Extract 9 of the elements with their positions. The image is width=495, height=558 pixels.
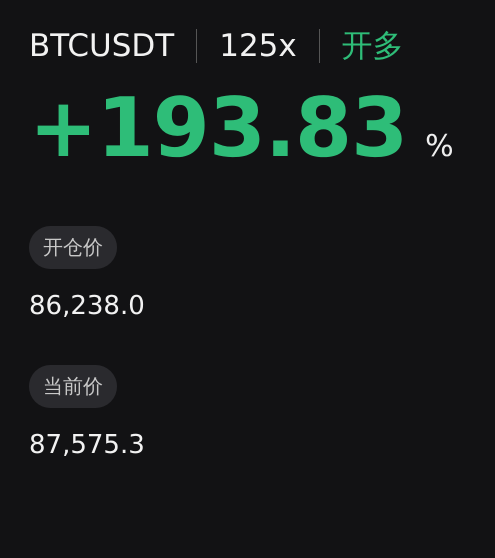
field-value: 86,238.0 [29, 291, 146, 321]
field-label: 开仓价 [29, 226, 117, 269]
percent-unit: % [425, 129, 454, 164]
pnl-percentage: +193.83 [29, 88, 408, 170]
leverage-label: 125x [219, 28, 297, 64]
position-side: 开多 [342, 27, 404, 66]
field-label: 当前价 [29, 365, 117, 408]
symbol-name: BTCUSDT [29, 28, 174, 64]
field-value: 87,575.3 [29, 430, 146, 460]
